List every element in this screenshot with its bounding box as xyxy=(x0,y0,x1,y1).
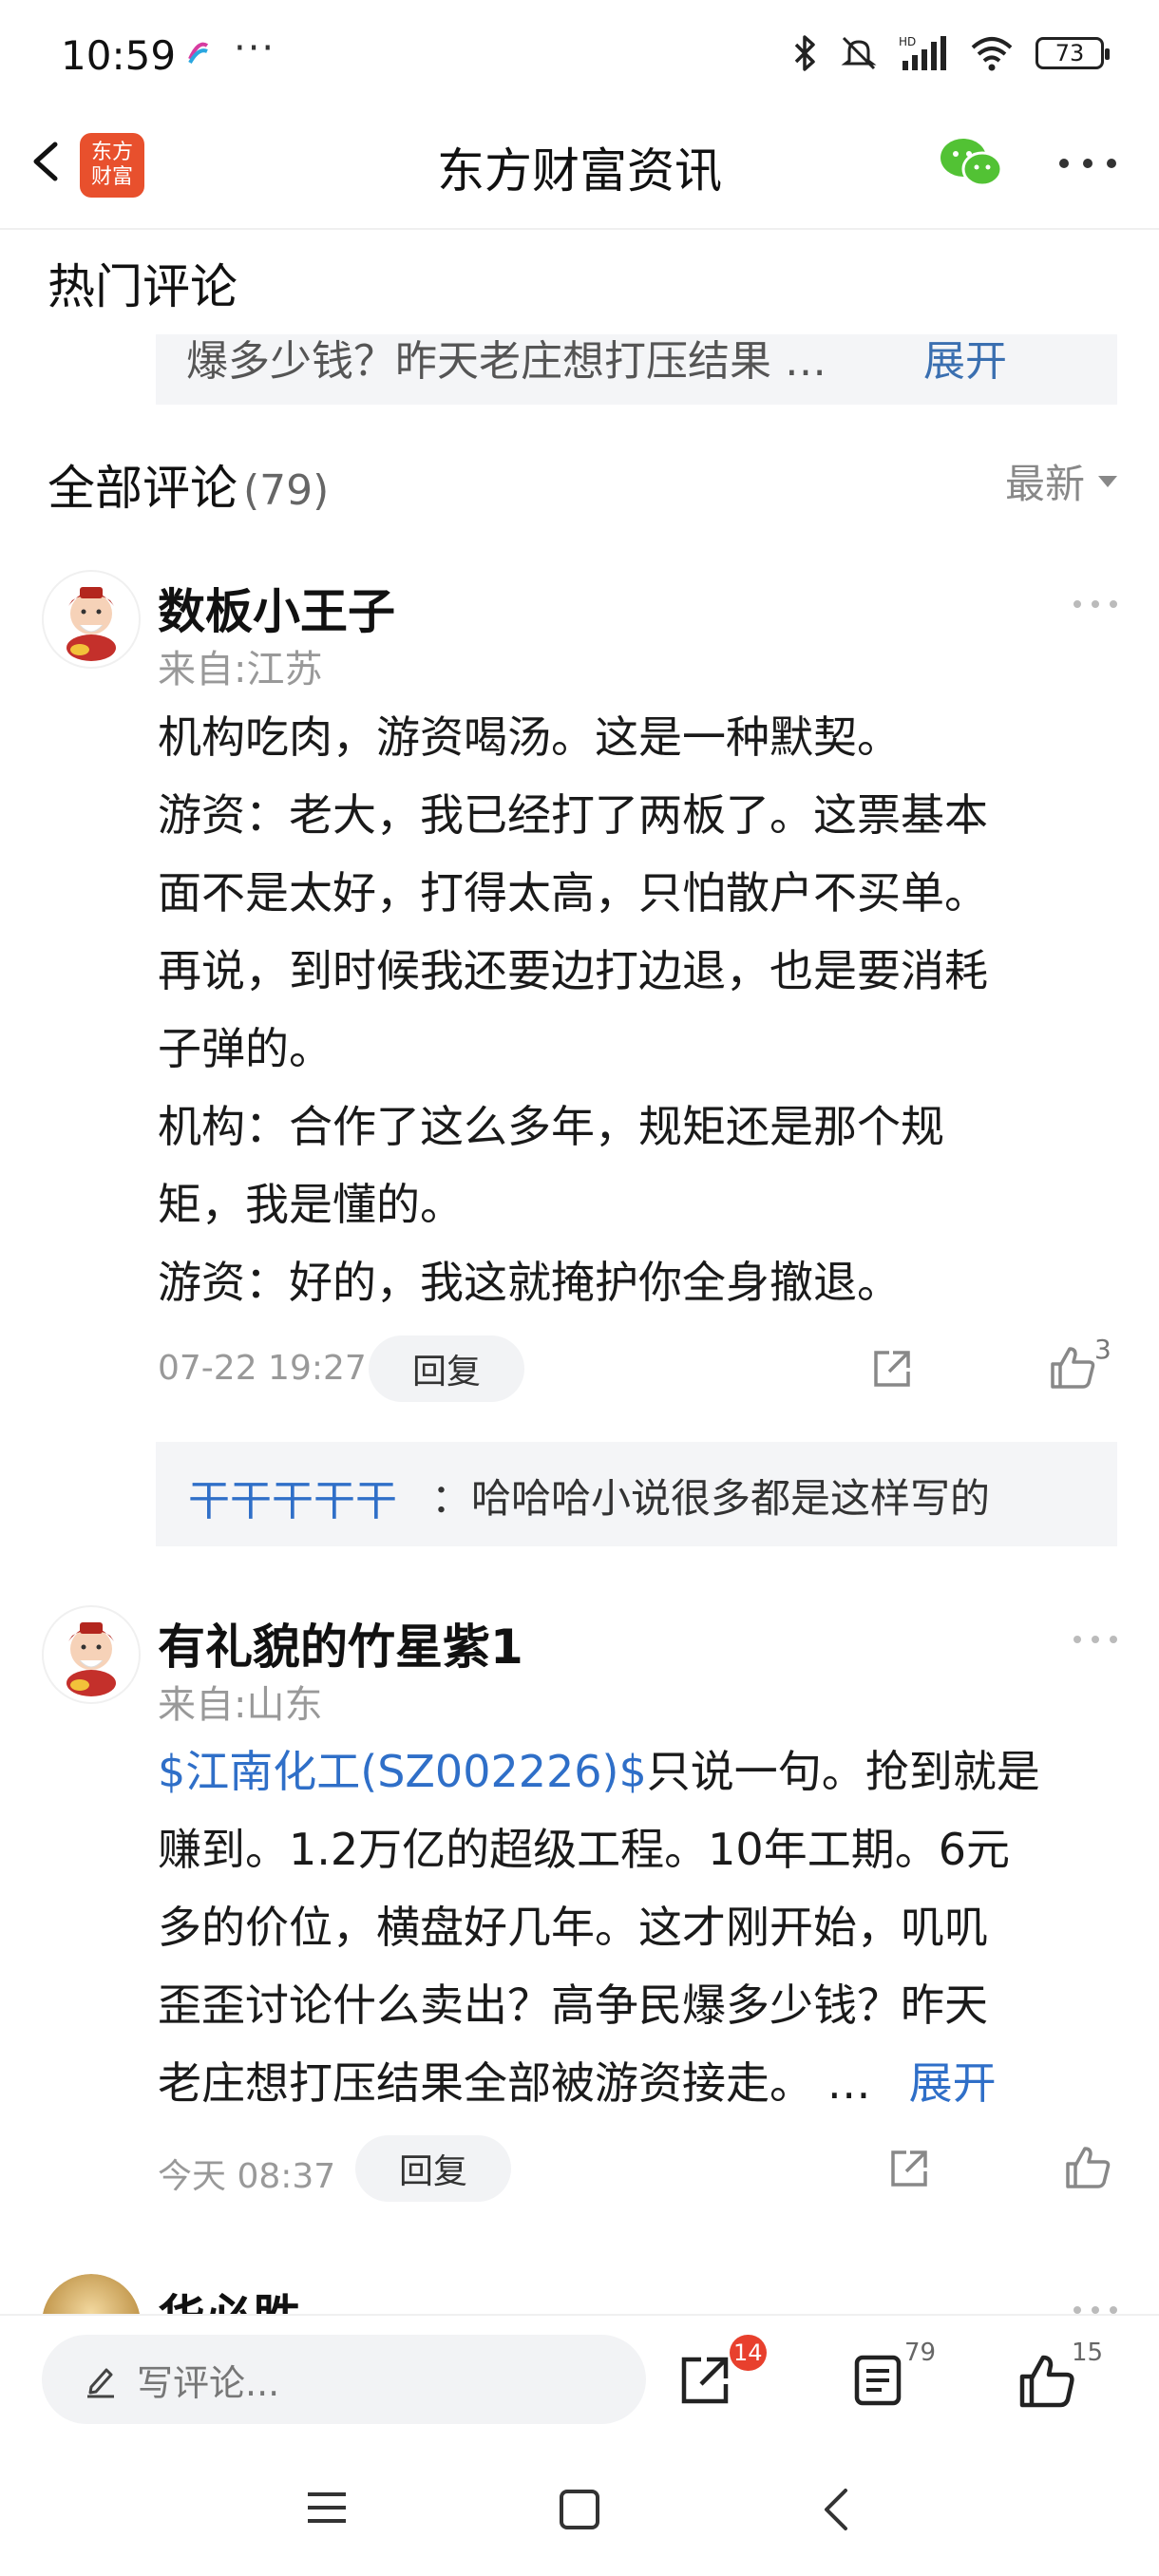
more-icon[interactable] xyxy=(1054,152,1121,175)
all-comments-label: 全部评论 xyxy=(48,461,238,516)
wechat-icon[interactable] xyxy=(937,133,1005,194)
like-count-label: 15 xyxy=(1072,2339,1104,2367)
comment-timestamp: 07-22 19:27 xyxy=(158,1349,367,1388)
reply-button[interactable]: 回复 xyxy=(369,1335,524,1402)
reply-button[interactable]: 回复 xyxy=(355,2135,511,2202)
share-count-badge: 14 xyxy=(730,2335,767,2371)
comment-line: 机构：合作了这么多年，规矩还是那个规 xyxy=(158,1101,944,1152)
comment-line: 歪歪讨论什么卖出？高争民爆多少钱？昨天 xyxy=(158,1979,988,2031)
comment-line: 赚到。1.2万亿的超级工程。10年工期。6元 xyxy=(158,1824,1010,1875)
comment-line: 再说，到时候我还要边打边退，也是要消耗 xyxy=(158,945,988,996)
comment-count: (79) xyxy=(243,466,330,515)
hot-comment-preview[interactable]: 爆多少钱？昨天老庄想打压结果 … 展开 xyxy=(156,334,1117,405)
comment-body: 机构吃肉，游资喝汤。这是一种默契。 游资：老大，我已经打了两板了。这票基本 面不… xyxy=(158,698,1117,1321)
comment-line: 机构吃肉，游资喝汤。这是一种默契。 xyxy=(158,711,901,763)
expand-link[interactable]: 展开 xyxy=(909,2057,997,2109)
share-button[interactable] xyxy=(676,2352,733,2409)
comment-username[interactable]: 有礼貌的竹星紫1 xyxy=(158,1609,523,1677)
comment-line: 多的价位，横盘好几年。这才刚开始，叽叽 xyxy=(158,1902,988,1953)
comment-timestamp: 今天 08:37 xyxy=(158,2157,336,2196)
sort-label: 最新 xyxy=(1004,461,1085,507)
like-button[interactable] xyxy=(1016,2350,1077,2411)
back-nav-icon[interactable] xyxy=(819,2487,853,2532)
wifi-icon xyxy=(971,37,1013,71)
hd-signal-icon: HD xyxy=(899,35,946,70)
comment-count-label: 79 xyxy=(904,2339,937,2367)
sub-reply-text: ：哈哈哈小说很多都是这样写的 xyxy=(431,1475,991,1522)
comment-username[interactable]: 数板小王子 xyxy=(158,574,395,642)
share-icon[interactable] xyxy=(868,1345,916,1392)
hot-comments-title: 热门评论 xyxy=(48,259,238,314)
comment-line: 子弹的。 xyxy=(158,1023,332,1074)
comments-button[interactable] xyxy=(851,2352,904,2409)
pencil-icon xyxy=(87,2368,114,2398)
sub-reply-username[interactable]: 干干干干干 xyxy=(188,1467,397,1527)
bluetooth-icon xyxy=(794,35,815,71)
like-icon[interactable] xyxy=(1047,1341,1098,1392)
comment-body: $江南化工(SZ002226)$只说一句。抢到就是 赚到。1.2万亿的超级工程。… xyxy=(158,1733,1117,2122)
comment-input[interactable]: 写评论... xyxy=(42,2335,646,2424)
like-icon[interactable] xyxy=(1062,2141,1113,2192)
sort-dropdown[interactable]: 最新 xyxy=(1005,452,1117,510)
more-icon[interactable] xyxy=(1072,1632,1119,1645)
like-count: 3 xyxy=(1094,1334,1112,1365)
sub-reply[interactable]: 干干干干干 ：哈哈哈小说很多都是这样写的 xyxy=(156,1442,1117,1546)
comment-location: 来自:山东 xyxy=(158,1683,323,1727)
comment-line: 游资：好的，我这就掩护你全身撤退。 xyxy=(158,1257,901,1308)
battery-level: 73 xyxy=(1054,40,1085,66)
comment-line: $江南化工(SZ002226)$只说一句。抢到就是 xyxy=(158,1733,1117,1810)
comment-input-placeholder: 写评论... xyxy=(137,2361,280,2404)
home-icon[interactable] xyxy=(559,2489,600,2530)
menu-icon[interactable] xyxy=(306,2489,348,2527)
status-time: 10:59 xyxy=(61,32,177,79)
battery-icon: 73 xyxy=(1036,37,1110,69)
comment-line: 面不是太好，打得太高，只怕散户不买单。 xyxy=(158,867,988,919)
comment-line: 矩，我是懂的。 xyxy=(158,1179,464,1230)
stock-link[interactable]: $江南化工(SZ002226)$ xyxy=(158,1746,647,1797)
status-more-dots: ··· xyxy=(234,27,276,70)
chevron-down-icon xyxy=(1098,475,1117,487)
app-notification-icon xyxy=(186,38,211,66)
hot-comment-expand-link[interactable]: 展开 xyxy=(923,334,1007,388)
comment-line: 游资：老大，我已经打了两板了。这票基本 xyxy=(158,789,988,841)
comment-line-text: 只说一句。抢到就是 xyxy=(646,1746,1040,1797)
status-icons: HD 73 xyxy=(790,34,1110,72)
comment-line: 老庄想打压结果全部被游资接走。 … 展开 xyxy=(158,2044,1117,2122)
avatar[interactable] xyxy=(42,570,141,669)
avatar[interactable] xyxy=(42,1605,141,1704)
mute-icon xyxy=(841,36,877,70)
more-icon[interactable] xyxy=(1072,597,1119,610)
comment-line-text: 老庄想打压结果全部被游资接走。 … xyxy=(158,2057,871,2109)
svg-text:HD: HD xyxy=(899,35,916,48)
comment-location: 来自:江苏 xyxy=(158,648,323,691)
hot-comment-text: 爆多少钱？昨天老庄想打压结果 … xyxy=(186,337,826,386)
share-icon[interactable] xyxy=(885,2145,933,2192)
all-comments-title: 全部评论 (79) xyxy=(48,450,329,519)
